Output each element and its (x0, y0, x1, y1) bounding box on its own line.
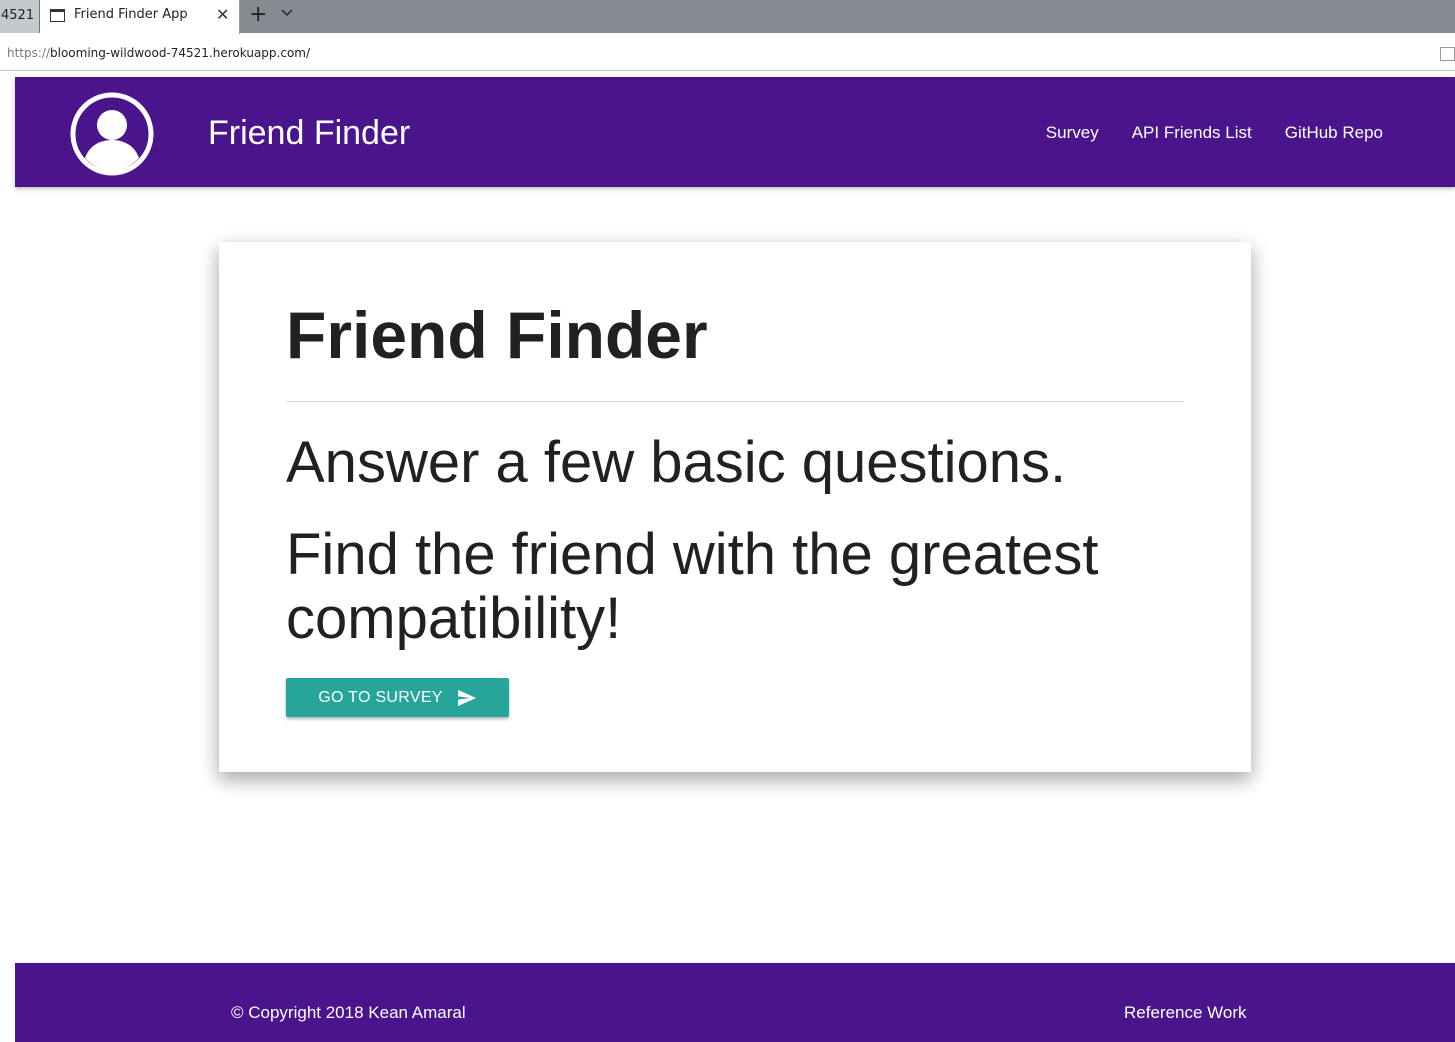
page-title: Friend Finder (286, 298, 708, 372)
footer: © Copyright 2018 Kean Amaral Reference W… (15, 963, 1455, 1042)
jumbotron-card: Friend Finder Answer a few basic questio… (219, 242, 1251, 772)
go-to-survey-button[interactable]: GO TO SURVEY (286, 678, 509, 717)
brand-logo-text[interactable]: Friend Finder (208, 114, 410, 153)
active-tab[interactable]: Friend Finder App ✕ (40, 0, 240, 34)
reference-work-link[interactable]: Reference Work (1124, 1003, 1247, 1023)
send-icon (457, 689, 476, 706)
reading-view-icon[interactable] (1440, 47, 1455, 61)
browser-tab-bar: 4521 Friend Finder App ✕ + (0, 0, 1455, 34)
url-text[interactable]: https://blooming-wildwood-74521.herokuap… (7, 46, 310, 60)
account-circle-icon[interactable] (70, 92, 154, 176)
go-to-survey-label: GO TO SURVEY (318, 688, 443, 706)
page-icon (50, 9, 65, 22)
url-scheme: https:// (7, 46, 51, 60)
lead-text-1: Answer a few basic questions. (286, 430, 1067, 495)
divider (286, 401, 1184, 402)
nav-link-api-friends-list[interactable]: API Friends List (1132, 123, 1252, 143)
previous-tab-label: 4521 (1, 8, 35, 23)
nav-link-survey[interactable]: Survey (1046, 123, 1099, 143)
new-tab-icon[interactable]: + (249, 3, 267, 27)
chevron-down-icon[interactable] (280, 6, 294, 25)
nav-links: Survey API Friends List GitHub Repo (1046, 123, 1383, 143)
close-tab-icon[interactable]: ✕ (216, 5, 229, 24)
active-tab-title: Friend Finder App (74, 7, 188, 22)
address-bar[interactable]: https://blooming-wildwood-74521.herokuap… (0, 34, 1455, 71)
navbar: Friend Finder Survey API Friends List Gi… (15, 77, 1455, 187)
url-host: blooming-wildwood-74521.herokuapp.com/ (50, 46, 311, 60)
copyright-text: © Copyright 2018 Kean Amaral (231, 1003, 466, 1022)
nav-link-github-repo[interactable]: GitHub Repo (1285, 123, 1383, 143)
previous-tab[interactable]: 4521 (0, 0, 40, 33)
lead-text-2: Find the friend with the greatest compat… (286, 522, 1099, 651)
